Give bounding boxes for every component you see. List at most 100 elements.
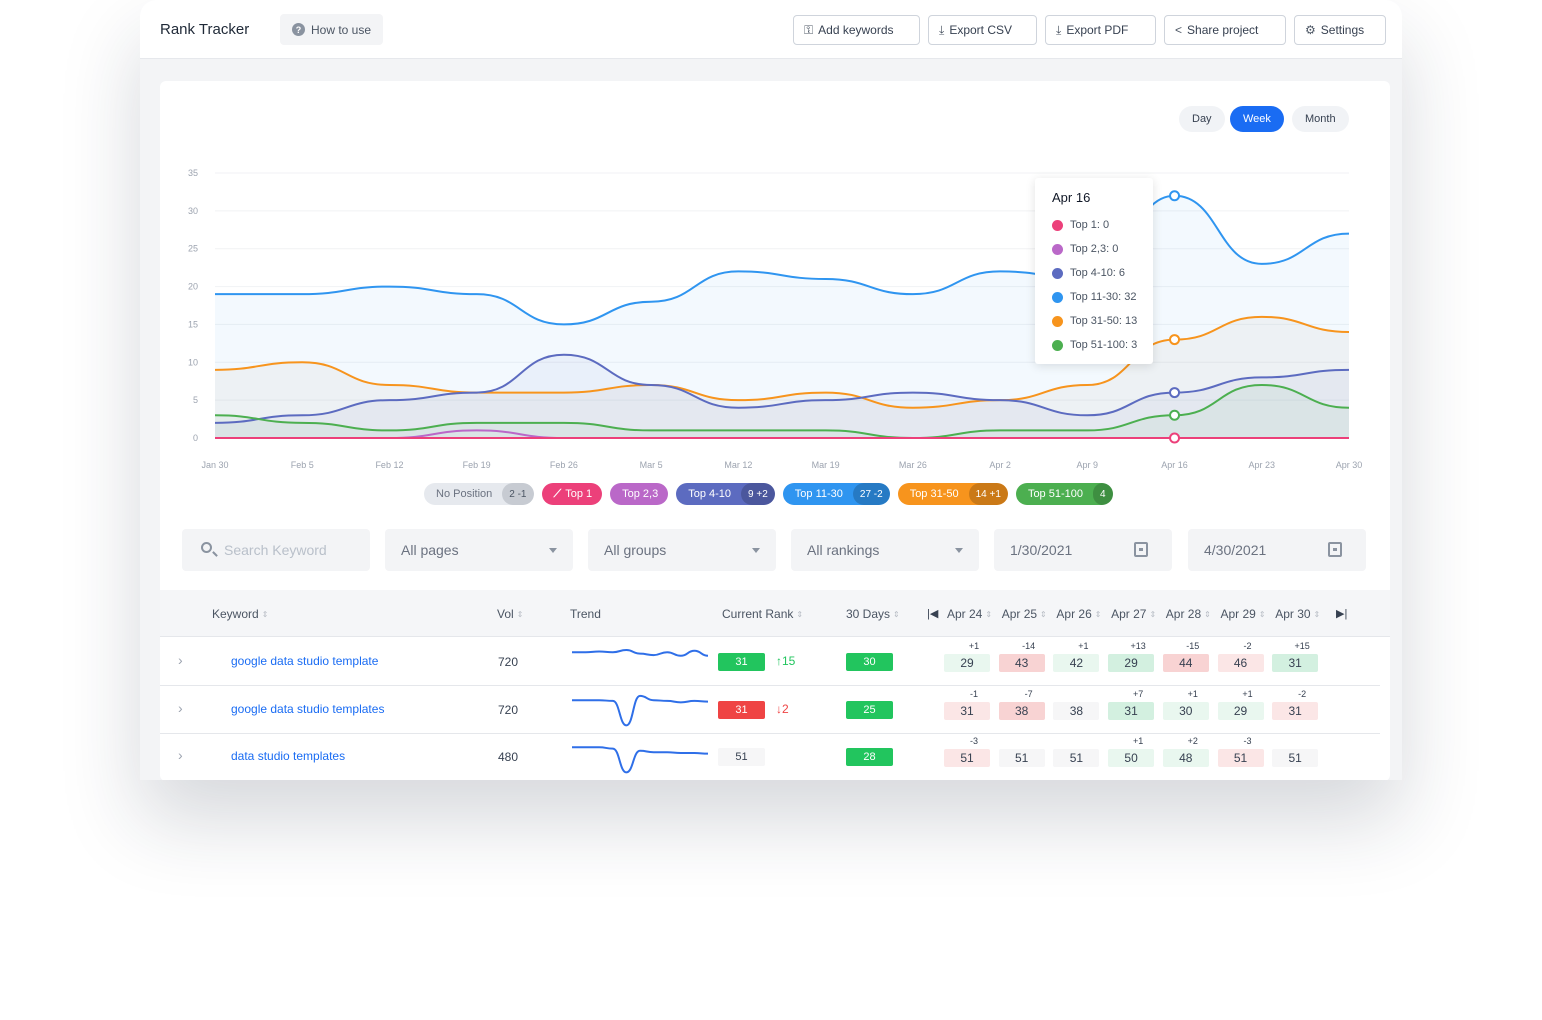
groups-select[interactable]: All groups (588, 529, 776, 571)
legend-label: Top 11-30 (794, 488, 843, 500)
highlight-point[interactable] (1169, 432, 1181, 444)
table-row[interactable]: › google data studio template 720 31 ↑15 30 +1… (160, 638, 1380, 686)
legend-label-wrap: ⟋ Top 1 (542, 488, 603, 501)
legend-item-top-2-3[interactable]: Top 2,3 (610, 483, 669, 505)
export-pdf-button[interactable]: ⤓ Export PDF (1045, 15, 1156, 45)
day-column-header[interactable]: Apr 29 ⇕ (1221, 607, 1266, 621)
y-tick-label: 20 (188, 282, 198, 292)
tooltip-row: Top 1: 0 (1052, 213, 1153, 237)
sort-icon: ⇕ (1040, 609, 1047, 619)
date-from-input[interactable]: 1/30/2021 (994, 529, 1172, 571)
x-tick-label: Feb 26 (550, 460, 578, 470)
legend-label: Top 1 (565, 488, 593, 500)
legend-label: Top 2,3 (622, 488, 659, 500)
vol-column-header[interactable]: Vol ⇕ (497, 607, 523, 621)
calendar-icon[interactable] (1328, 542, 1342, 557)
pages-select[interactable]: All pages (385, 529, 573, 571)
legend-label: Top 51-100 (1027, 488, 1083, 500)
highlight-point[interactable] (1169, 190, 1181, 202)
settings-button[interactable]: ⚙ Settings (1294, 15, 1386, 45)
y-tick-label: 0 (193, 433, 198, 443)
rankings-select[interactable]: All rankings (791, 529, 979, 571)
vol-header-label: Vol (497, 607, 514, 621)
daily-rank-cell: 29 (944, 654, 990, 672)
current-rank-badge: 31 (718, 700, 765, 719)
legend-label-wrap: Top 31-50 (898, 488, 969, 500)
keyword-link[interactable]: data studio templates (231, 749, 345, 763)
expand-chevron-icon[interactable]: › (178, 700, 183, 716)
export-csv-label: Export CSV (949, 23, 1013, 37)
export-csv-button[interactable]: ⤓ Export CSV (928, 15, 1037, 45)
rank-distribution-chart: 0 5 10 15 20 25 30 35 Jan 30 Feb 5 Feb 12 Feb 19 Feb… (188, 168, 1362, 470)
date-to-input[interactable]: 4/30/2021 (1188, 529, 1366, 571)
expand-chevron-icon[interactable]: › (178, 747, 183, 763)
how-to-use-label: How to use (311, 22, 372, 37)
legend-item-top-11-30[interactable]: Top 11-30 27 -2 (782, 483, 890, 505)
legend-item-no-position[interactable]: No Position 2 -1 (424, 483, 534, 505)
x-tick-label: Apr 16 (1161, 460, 1188, 470)
calendar-icon[interactable] (1134, 542, 1148, 557)
table-row[interactable]: › google data studio templates 720 31 ↓2 25 -1… (160, 686, 1380, 734)
day-column-header[interactable]: Apr 28 ⇕ (1166, 607, 1211, 621)
daily-rank-delta: -14 (1022, 641, 1036, 651)
30-days-column-header[interactable]: 30 Days ⇕ (846, 607, 900, 621)
tooltip-row-label: Top 31-50: 13 (1070, 315, 1138, 327)
highlight-point[interactable] (1169, 334, 1181, 346)
prev-days-button[interactable]: |◀ (927, 607, 938, 620)
y-tick-label: 10 (188, 357, 198, 367)
keyword-link[interactable]: google data studio templates (231, 702, 384, 716)
daily-rank-delta: +1 (1187, 688, 1198, 699)
highlight-point[interactable] (1169, 409, 1181, 421)
tooltip-row-label: Top 11-30: 32 (1070, 291, 1137, 303)
add-keywords-button[interactable]: ⚿ Add keywords (793, 15, 920, 45)
daily-rank-cell: 29 (1108, 654, 1155, 672)
tooltip-row: Top 4-10: 6 (1052, 261, 1153, 285)
tooltip-row: Top 51-100: 3 (1052, 333, 1153, 357)
tooltip-row: Top 31-50: 13 (1052, 309, 1153, 333)
settings-label: Settings (1320, 23, 1365, 37)
tooltip-row: Top 11-30: 32 (1052, 285, 1153, 309)
day-header-label: Apr 30 (1275, 607, 1311, 621)
series-color-dot (1052, 219, 1063, 231)
30-days-rank-badge: 25 (846, 700, 893, 719)
x-tick-label: Mar 12 (724, 460, 752, 470)
sort-icon: ⇕ (516, 609, 524, 619)
legend-item-top-4-10[interactable]: Top 4-10 9 +2 (676, 483, 775, 505)
search-keyword-input[interactable]: Search Keyword (182, 529, 370, 571)
y-tick-label: 25 (188, 244, 198, 254)
daily-rank-delta: -15 (1186, 641, 1200, 651)
tooltip-row-label: Top 2,3: 0 (1070, 243, 1119, 255)
legend-label: Top 31-50 (909, 488, 959, 500)
legend-item-top-31-50[interactable]: Top 31-50 14 +1 (897, 483, 1008, 505)
day-header-label: Apr 25 (1001, 607, 1038, 621)
add-keywords-label: Add keywords (818, 23, 894, 37)
sort-icon: ⇕ (1313, 609, 1321, 619)
rank-tracker-window: Rank Tracker ? How to use ⚿ Add keywords… (140, 0, 1402, 780)
x-tick-label: Apr 23 (1249, 460, 1276, 470)
day-column-header[interactable]: Apr 25 ⇕ (1002, 607, 1047, 621)
keyword-link[interactable]: google data studio template (231, 654, 378, 668)
sort-icon: ⇕ (1149, 609, 1157, 619)
legend-item-top-1[interactable]: ⟋ Top 1 (541, 483, 603, 505)
day-column-header[interactable]: Apr 27 ⇕ (1111, 607, 1156, 621)
legend-item-top-51-100[interactable]: Top 51-100 4 (1015, 483, 1113, 505)
day-column-header[interactable]: Apr 30 ⇕ (1275, 607, 1320, 621)
download-icon: ⤓ (1056, 22, 1062, 37)
day-column-header[interactable]: Apr 26 ⇕ (1056, 607, 1101, 621)
expand-chevron-icon[interactable]: › (178, 652, 183, 668)
day-column-header[interactable]: Apr 24 ⇕ (947, 607, 992, 621)
daily-rank-cell: 43 (998, 654, 1045, 672)
next-days-button[interactable]: ▶| (1336, 607, 1347, 620)
keyword-column-header[interactable]: Keyword ⇕ (212, 607, 268, 621)
highlight-point[interactable] (1169, 387, 1181, 399)
share-project-button[interactable]: < Share project (1164, 15, 1286, 45)
table-row[interactable]: › data studio templates 480 51 28 -3 51 51 51 +1 5… (160, 733, 1380, 780)
current-rank-column-header[interactable]: Current Rank ⇕ (722, 607, 803, 621)
how-to-use-button[interactable]: ? How to use (280, 14, 384, 45)
x-tick-label: Apr 9 (1077, 460, 1099, 470)
sparkline-path (572, 649, 709, 657)
daily-rank-delta: +13 (1130, 641, 1146, 651)
keyword-header-label: Keyword (212, 607, 259, 621)
legend-label: Top 4-10 (688, 488, 732, 500)
legend-count: 14 +1 (968, 483, 1008, 505)
